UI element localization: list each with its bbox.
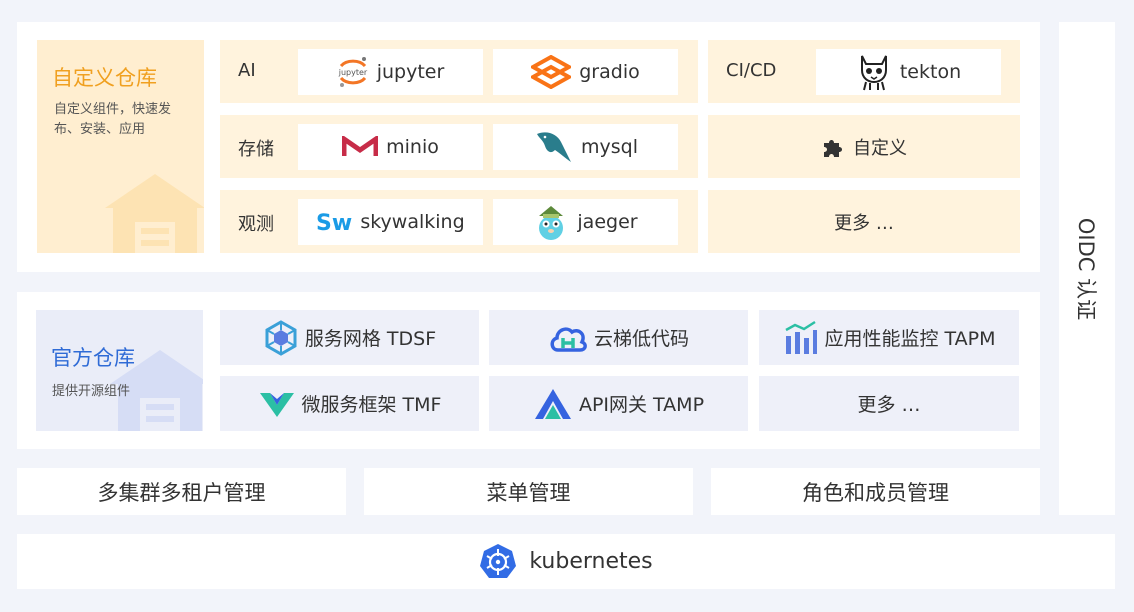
- jaeger-label: jaeger: [577, 211, 638, 233]
- official-more-label: 更多 …: [857, 394, 921, 416]
- oidc-auth-label: OIDC 认证: [1074, 217, 1098, 320]
- cicd-row: CI/CD tekton: [708, 40, 1020, 103]
- minio-label: minio: [386, 136, 439, 158]
- official-item-tmf[interactable]: 微服务框架 TMF: [220, 376, 479, 431]
- custom-repo-intro: 自定义仓库 自定义组件，快速发布、安装、应用: [37, 40, 204, 253]
- mysql-dolphin-icon: [533, 128, 573, 166]
- kubernetes-helm-icon: [479, 543, 517, 581]
- role-member-management-label: 角色和成员管理: [802, 480, 949, 505]
- warehouse-icon: [105, 174, 204, 253]
- minio-tile[interactable]: minio: [298, 124, 483, 170]
- observability-row-label: 观测: [238, 214, 274, 235]
- custom-repo-description: 自定义组件，快速发布、安装、应用: [54, 102, 172, 137]
- ai-row-label: AI: [238, 60, 256, 81]
- menu-management[interactable]: 菜单管理: [364, 468, 693, 515]
- official-item-tdsf-label: 服务网格 TDSF: [304, 328, 437, 350]
- apm-chart-icon: [782, 320, 818, 356]
- api-gateway-icon: [533, 387, 573, 421]
- tekton-tile[interactable]: tekton: [816, 49, 1001, 95]
- custom-component-label: 自定义: [853, 137, 907, 159]
- official-repo-title: 官方仓库: [51, 346, 135, 370]
- official-more-cell[interactable]: 更多 …: [759, 376, 1019, 431]
- official-item-api-gateway-label: API网关 TAMP: [578, 394, 705, 416]
- ai-row: AI jupyter jupyter gradio: [220, 40, 698, 103]
- official-item-tapm[interactable]: 应用性能监控 TAPM: [759, 310, 1019, 365]
- role-member-management[interactable]: 角色和成员管理: [711, 468, 1040, 515]
- tekton-cat-icon: [856, 52, 892, 92]
- service-mesh-icon: [263, 319, 299, 356]
- official-item-tdsf[interactable]: 服务网格 TDSF: [220, 310, 479, 365]
- oidc-auth-column: OIDC 认证: [1059, 22, 1115, 515]
- jupyter-label: jupyter: [376, 61, 445, 83]
- jaeger-gopher-icon: [533, 202, 569, 242]
- skywalking-label: skywalking: [360, 211, 465, 233]
- custom-more-label: 更多 …: [834, 212, 894, 234]
- puzzle-icon: [821, 135, 845, 159]
- minio-icon: [342, 136, 379, 158]
- svg-text:jupyter: jupyter: [337, 68, 367, 77]
- official-item-api-gateway[interactable]: API网关 TAMP: [489, 376, 748, 431]
- multi-cluster-tenant-management-label: 多集群多租户管理: [97, 480, 266, 505]
- custom-repo-title: 自定义仓库: [52, 66, 157, 90]
- official-item-tmf-label: 微服务框架 TMF: [301, 394, 442, 416]
- gradio-tile[interactable]: gradio: [493, 49, 678, 95]
- svg-text:Sw: Sw: [316, 211, 352, 235]
- tekton-label: tekton: [899, 61, 962, 83]
- gradio-icon: [531, 55, 572, 89]
- cicd-row-label: CI/CD: [726, 60, 777, 81]
- observability-row: 观测 Sw skywalking jaeger: [220, 190, 698, 253]
- official-item-lowcode-label: 云梯低代码: [593, 328, 689, 350]
- custom-component-cell[interactable]: 自定义: [708, 115, 1020, 178]
- custom-more-cell[interactable]: 更多 …: [708, 190, 1020, 253]
- mysql-tile[interactable]: mysql: [493, 124, 678, 170]
- jupyter-icon: jupyter: [337, 54, 369, 90]
- multi-cluster-tenant-management[interactable]: 多集群多租户管理: [17, 468, 346, 515]
- lowcode-cloud-icon: [548, 322, 588, 354]
- jupyter-tile[interactable]: jupyter jupyter: [298, 49, 483, 95]
- storage-row: 存储 minio mysql: [220, 115, 698, 178]
- kubernetes-label: kubernetes: [529, 549, 653, 574]
- official-repo-description: 提供开源组件: [52, 384, 131, 399]
- mysql-label: mysql: [581, 136, 638, 158]
- jaeger-tile[interactable]: jaeger: [493, 199, 678, 245]
- official-item-lowcode[interactable]: 云梯低代码: [489, 310, 748, 365]
- tmf-logo-icon: [258, 389, 296, 419]
- gradio-label: gradio: [579, 61, 640, 83]
- skywalking-icon: Sw: [316, 209, 352, 235]
- storage-row-label: 存储: [238, 139, 274, 160]
- official-repo-intro: 官方仓库 提供开源组件: [36, 310, 203, 431]
- skywalking-tile[interactable]: Sw skywalking: [298, 199, 483, 245]
- official-item-tapm-label: 应用性能监控 TAPM: [824, 328, 996, 350]
- menu-management-label: 菜单管理: [486, 480, 571, 505]
- kubernetes-base: kubernetes: [17, 534, 1115, 589]
